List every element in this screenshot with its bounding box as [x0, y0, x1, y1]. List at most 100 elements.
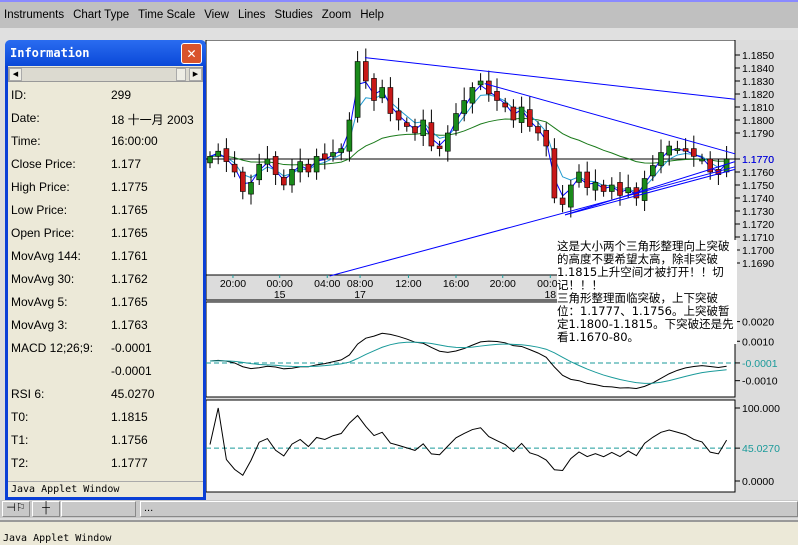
rsi-panel[interactable] [205, 399, 736, 493]
applet-window-label: Java Applet Window [8, 481, 203, 497]
info-row: T2: 1.1777 [11, 456, 148, 470]
info-title-bar[interactable]: Information ✕ [5, 40, 206, 66]
price-tick-label: 1.1750 [742, 180, 774, 192]
info-value: 1.1765 [111, 295, 148, 309]
crosshair-icon[interactable]: ┼ [32, 501, 60, 517]
info-label: High Price: [11, 180, 70, 194]
price-tick-label: 1.1810 [742, 102, 774, 114]
info-value: 299 [111, 88, 132, 102]
menu-bar: Instruments Chart Type Time Scale View Lines… [0, 0, 798, 28]
price-tick-label: 1.1820 [742, 89, 774, 101]
info-row: MACD 12;26;9: -0.0001 [11, 341, 152, 355]
info-value: 1.1756 [111, 433, 148, 447]
info-label: RSI 6: [11, 387, 45, 401]
info-value: 1.1761 [111, 249, 148, 263]
info-row: RSI 6: 45.0270 [11, 387, 154, 401]
info-value: 1.1765 [111, 203, 148, 217]
analysis-note: 这是大小两个三角形整理向上突破的高度不要希望太高，除非突破1.1815上升空间才… [557, 240, 737, 344]
flag-icon[interactable]: ⊣⚐ [2, 501, 30, 517]
info-row: High Price: 1.1775 [11, 180, 148, 194]
price-tick-label: 1.1710 [742, 232, 774, 244]
information-window[interactable]: Information ✕ ◀ ▶ ID: 299 Date: 18 十一月 2003 Ti… [5, 40, 206, 500]
info-label: MovAvg 5: [11, 295, 68, 309]
info-row: Date: 18 十一月 2003 [11, 111, 194, 127]
status-bar: Java Applet Window [0, 520, 798, 545]
info-title: Information [10, 46, 90, 60]
info-label: Low Price: [11, 203, 68, 217]
macd-tick-label: 0.0020 [742, 317, 774, 329]
info-label: MACD 12;26;9: [11, 341, 94, 355]
time-tick-label: 04:00 [314, 278, 340, 290]
price-tick-label: 1.1760 [742, 167, 774, 179]
info-row: MovAvg 144: 1.1761 [11, 249, 148, 263]
price-tick-label: 1.1700 [742, 245, 774, 257]
date-tick-label: 15 [274, 289, 286, 301]
info-value: -0.0001 [111, 341, 152, 355]
info-value: 1.1765 [111, 226, 148, 240]
info-label: T0: [11, 410, 29, 424]
price-tick-label: 1.1850 [742, 50, 774, 62]
info-row: ID: 299 [11, 88, 131, 102]
info-row: Close Price: 1.177 [11, 157, 141, 171]
info-label: T2: [11, 456, 29, 470]
time-tick-label: 20:00 [220, 278, 246, 290]
toolbar-gap [0, 28, 798, 40]
rsi-tick-label: 100.000 [742, 403, 780, 415]
info-value: 18 十一月 2003 [111, 113, 194, 127]
info-label: Open Price: [11, 226, 75, 240]
menu-view[interactable]: View [204, 9, 229, 21]
info-value: 45.0270 [111, 387, 155, 401]
date-tick-label: 17 [354, 289, 366, 301]
price-tick-label: 1.1800 [742, 115, 774, 127]
candle [354, 51, 361, 123]
time-tick-label: 12:00 [395, 278, 421, 290]
info-value: 16:00:00 [111, 134, 158, 148]
info-row: Low Price: 1.1765 [11, 203, 148, 217]
toolbar-field[interactable] [61, 501, 136, 517]
toolbar-more[interactable]: ... [140, 501, 798, 517]
menu-studies[interactable]: Studies [274, 9, 312, 21]
info-row: MovAvg 3: 1.1763 [11, 318, 148, 332]
menu-chart-type[interactable]: Chart Type [73, 9, 129, 21]
rsi-tick-label: 45.0270 [742, 443, 780, 455]
menu-help[interactable]: Help [360, 9, 384, 21]
price-tick-label: 1.1720 [742, 219, 774, 231]
horizontal-scrollbar[interactable]: ◀ ▶ [8, 67, 203, 82]
menu-lines[interactable]: Lines [238, 9, 266, 21]
scroll-left-arrow-icon[interactable]: ◀ [9, 68, 22, 81]
time-tick-label: 20:00 [490, 278, 516, 290]
date-tick-label: 18 [544, 289, 556, 301]
bottom-toolbar: ⊣⚐ ┼ ... [0, 500, 798, 518]
info-value: 1.1777 [111, 456, 148, 470]
info-label: Date: [11, 111, 40, 125]
info-label: MovAvg 3: [11, 318, 68, 332]
menu-instruments[interactable]: Instruments [4, 9, 64, 21]
info-value: 1.1815 [111, 410, 148, 424]
menu-time-scale[interactable]: Time Scale [138, 9, 195, 21]
info-value: -0.0001 [111, 364, 152, 378]
scroll-right-arrow-icon[interactable]: ▶ [189, 68, 202, 81]
info-row: MovAvg 30: 1.1762 [11, 272, 148, 286]
scroll-thumb[interactable] [176, 68, 186, 81]
price-tick-label: 1.1840 [742, 63, 774, 75]
info-label: ID: [11, 88, 27, 102]
info-value: 1.177 [111, 157, 142, 171]
macd-tick-label: -0.0010 [742, 376, 778, 388]
macd-tick-label: 0.0010 [742, 336, 774, 348]
info-row: Open Price: 1.1765 [11, 226, 148, 240]
info-label: T1: [11, 433, 29, 447]
macd-tick-label: -0.0001 [742, 358, 778, 370]
info-row: Time: 16:00:00 [11, 134, 158, 148]
info-row: MovAvg 5: 1.1765 [11, 295, 148, 309]
price-tick-label: 1.1830 [742, 76, 774, 88]
info-row: T1: 1.1756 [11, 433, 148, 447]
info-label: MovAvg 30: [11, 272, 75, 286]
price-tick-label: 1.1690 [742, 258, 774, 270]
info-value: 1.1763 [111, 318, 148, 332]
price-tick-label: 1.1730 [742, 206, 774, 218]
price-tick-label: 1.1790 [742, 128, 774, 140]
close-icon[interactable]: ✕ [181, 43, 202, 64]
menu-zoom[interactable]: Zoom [322, 9, 351, 21]
price-tick-label: 1.1740 [742, 193, 774, 205]
info-row: T0: 1.1815 [11, 410, 148, 424]
